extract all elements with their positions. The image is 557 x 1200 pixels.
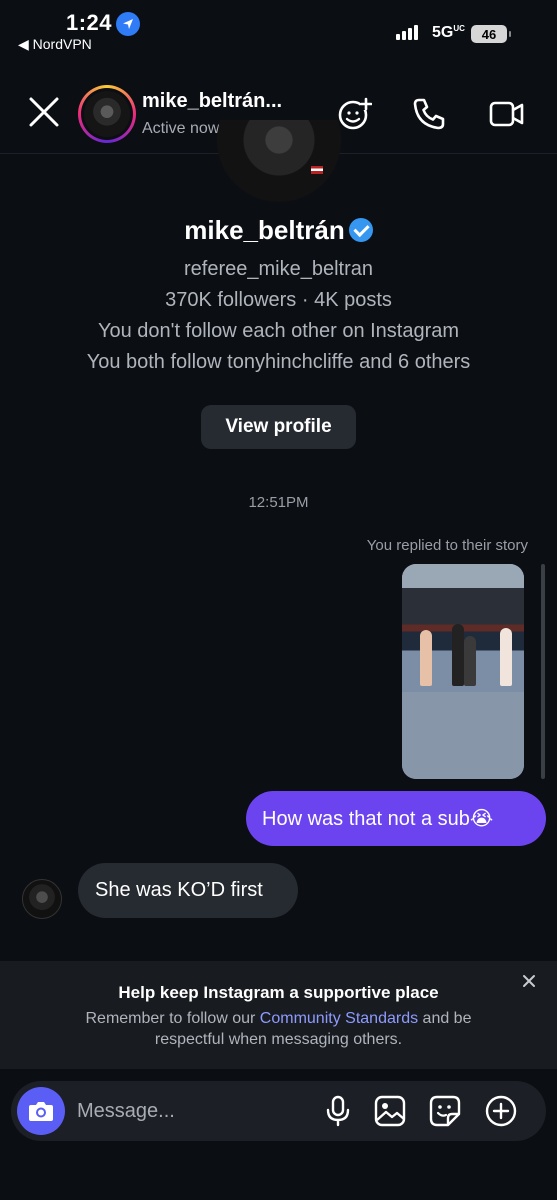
microphone-icon <box>326 1095 350 1127</box>
network-sub-label: UC <box>453 24 465 33</box>
close-button[interactable] <box>26 94 62 130</box>
story-reply-label: You replied to their story <box>366 537 528 554</box>
status-time: 1:24 <box>66 10 113 35</box>
view-profile-button[interactable]: View profile <box>201 405 356 449</box>
network-type: 5GUC <box>432 24 465 42</box>
signal-icon <box>396 24 418 40</box>
more-options-button[interactable] <box>484 1094 518 1128</box>
camera-button[interactable] <box>17 1087 65 1135</box>
status-bar: 1:24 ◀ NordVPN 5GUC 46 <box>0 0 557 62</box>
banner-text: Remember to follow our Community Standar… <box>50 1008 507 1050</box>
profile-handle: referee_mike_beltran <box>184 258 373 280</box>
message-composer <box>11 1081 546 1141</box>
header-username[interactable]: mike_beltrán... <box>142 90 312 113</box>
profile-name: mike_beltrán <box>0 215 557 246</box>
voice-message-button[interactable] <box>321 1094 355 1128</box>
audio-call-button[interactable] <box>411 96 447 132</box>
plus-circle-icon <box>485 1095 517 1127</box>
sender-avatar[interactable] <box>22 879 62 919</box>
video-call-button[interactable] <box>488 96 524 132</box>
add-user-button[interactable] <box>336 96 373 132</box>
banner-text-before: Remember to follow our <box>85 1010 260 1027</box>
follow-note: You don't follow each other on Instagram <box>97 320 460 342</box>
message-timestamp: 12:51PM <box>248 494 309 511</box>
battery-icon: 46 <box>471 25 511 43</box>
profile-avatar[interactable] <box>217 120 341 202</box>
location-arrow-icon <box>116 12 140 36</box>
mutual-followers: You both follow tonyhinchcliffe and 6 ot… <box>86 351 471 373</box>
sticker-button[interactable] <box>428 1094 462 1128</box>
profile-name-text: mike_beltrán <box>184 215 345 245</box>
profile-stats: 370K followers · 4K posts <box>165 289 392 311</box>
back-to-app-link[interactable]: ◀ NordVPN <box>18 36 92 53</box>
network-label: 5G <box>432 24 454 41</box>
received-message-bubble[interactable]: She was KO’D first <box>78 863 298 918</box>
community-standards-link[interactable]: Community Standards <box>260 1010 418 1027</box>
message-input[interactable] <box>77 1095 297 1127</box>
banner-close-icon <box>523 975 535 987</box>
scrollbar[interactable] <box>541 564 545 779</box>
banner-close-button[interactable] <box>520 972 538 990</box>
add-user-icon <box>338 97 373 130</box>
banner-title: Help keep Instagram a supportive place <box>118 983 439 1002</box>
close-icon <box>29 97 59 127</box>
header-active-status: Active now <box>142 120 220 137</box>
gallery-button[interactable] <box>373 1094 407 1128</box>
camera-icon <box>29 1102 53 1121</box>
sticker-icon <box>429 1095 461 1127</box>
gallery-icon <box>374 1095 406 1127</box>
story-thumbnail[interactable] <box>402 564 524 779</box>
phone-icon <box>413 98 445 130</box>
verified-badge-icon <box>348 218 373 242</box>
community-banner: Help keep Instagram a supportive place R… <box>0 961 557 1069</box>
video-icon <box>489 101 524 127</box>
header-avatar[interactable] <box>78 85 136 143</box>
sent-message-bubble[interactable]: How was that not a sub😭 <box>246 791 546 846</box>
